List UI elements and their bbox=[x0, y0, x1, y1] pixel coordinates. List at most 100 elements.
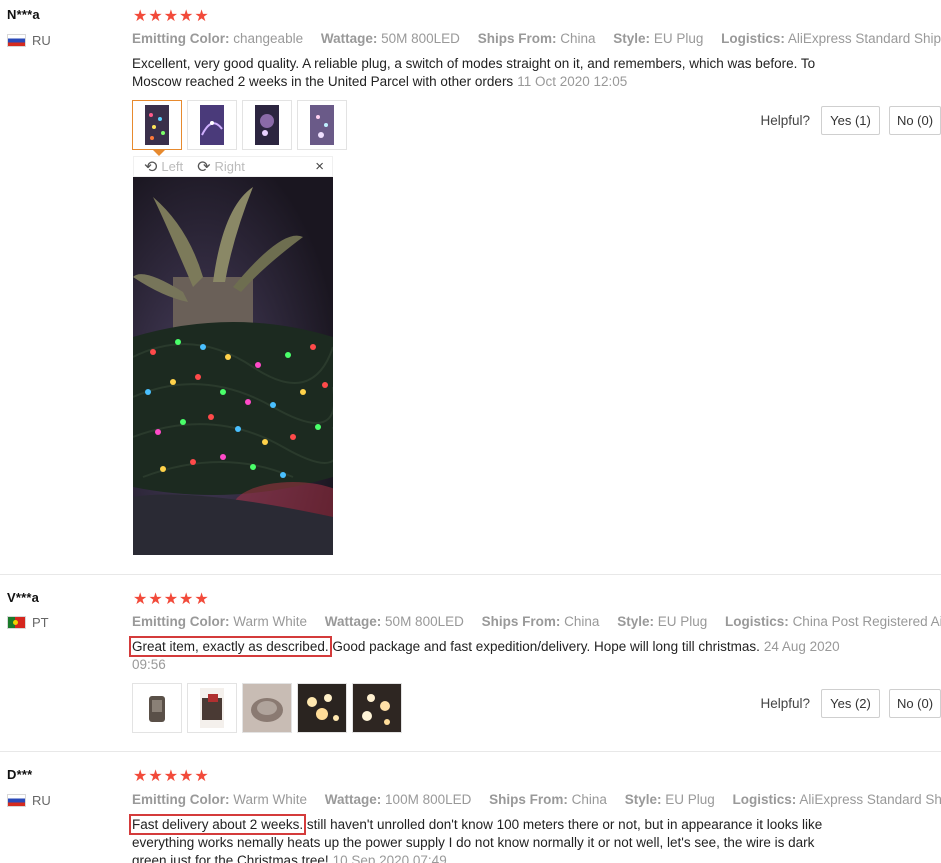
attr-value: China bbox=[560, 31, 596, 46]
attr-key: Style: bbox=[624, 792, 662, 807]
christmas-lights-photo bbox=[133, 177, 333, 555]
attr-key: Emitting Color: bbox=[132, 614, 230, 629]
sku-attributes: Emitting Color: changeable Wattage: 50M … bbox=[132, 31, 941, 46]
attr-key: Ships From: bbox=[477, 31, 557, 46]
country-code: RU bbox=[32, 33, 51, 48]
helpful-no-button[interactable]: No (0) bbox=[889, 106, 941, 135]
review-photo-thumbnails bbox=[132, 100, 347, 156]
review-date: 10 Sep 2020 07:49 bbox=[332, 853, 447, 863]
attr-value: AliExpress Standard Shipping bbox=[787, 31, 941, 46]
attr-key: Emitting Color: bbox=[132, 792, 230, 807]
review-photo-thumbnail[interactable] bbox=[132, 683, 182, 733]
attr-value: China Post Registered Air Mail bbox=[792, 614, 941, 629]
review-date: 24 Aug 2020 bbox=[763, 639, 840, 654]
star-rating: ★★★★★ bbox=[133, 591, 210, 608]
portugal-flag-icon bbox=[7, 616, 26, 629]
review-text-line: still haven't unrolled don't know 100 me… bbox=[306, 817, 823, 832]
review-text-line: everything works nemally heats up the po… bbox=[132, 835, 815, 850]
review-photo-thumbnail[interactable] bbox=[132, 100, 182, 156]
review-photo-thumbnail[interactable] bbox=[242, 100, 292, 150]
star-rating: ★★★★★ bbox=[133, 768, 210, 785]
review-item: N***a RU ★★★★★ Emitting Color: changeabl… bbox=[0, 0, 941, 575]
helpful-no-button[interactable]: No (0) bbox=[889, 689, 941, 718]
reviewer-country: PT bbox=[7, 615, 49, 630]
sku-attributes: Emitting Color: Warm White Wattage: 100M… bbox=[132, 792, 941, 807]
attr-key: Wattage: bbox=[320, 31, 378, 46]
review-photo-thumbnail[interactable] bbox=[187, 683, 237, 733]
review-item: D*** RU ★★★★★ Emitting Color: Warm White… bbox=[0, 752, 941, 863]
helpful-votes: Helpful? Yes (1) No (0) bbox=[760, 106, 941, 135]
review-text-line: Good package and fast expedition/deliver… bbox=[332, 639, 760, 654]
review-photo-thumbnail[interactable] bbox=[242, 683, 292, 733]
helpful-yes-button[interactable]: Yes (2) bbox=[821, 689, 880, 718]
reviewer-name: D*** bbox=[7, 767, 33, 782]
helpful-votes: Helpful? Yes (2) No (0) bbox=[760, 689, 941, 718]
photo-viewer-toolbar: ⟲ Left ⟳ Right × bbox=[133, 156, 333, 177]
attr-value: 50M 800LED bbox=[385, 614, 464, 629]
rotate-left-label: Left bbox=[161, 159, 184, 174]
review-photo-thumbnail[interactable] bbox=[352, 683, 402, 733]
review-text: Excellent, very good quality. A reliable… bbox=[132, 55, 815, 91]
attr-key: Emitting Color: bbox=[132, 31, 230, 46]
review-text-line: green just for the Christmas tree! bbox=[132, 853, 329, 863]
attr-value: 100M 800LED bbox=[385, 792, 472, 807]
helpful-label: Helpful? bbox=[760, 696, 810, 711]
review-item: V***a PT ★★★★★ Emitting Color: Warm Whit… bbox=[0, 575, 941, 752]
reviewer-country: RU bbox=[7, 33, 51, 48]
lights-photo bbox=[298, 684, 346, 732]
package-photo bbox=[243, 684, 291, 732]
review-text: Fast delivery about 2 weeks. still haven… bbox=[128, 814, 823, 863]
russia-flag-icon bbox=[7, 34, 26, 47]
attr-value: changeable bbox=[233, 31, 304, 46]
attr-key: Style: bbox=[617, 614, 654, 629]
lights-photo bbox=[145, 105, 169, 145]
helpful-label: Helpful? bbox=[760, 113, 810, 128]
reviewer-country: RU bbox=[7, 793, 51, 808]
attr-value: Warm White bbox=[233, 792, 308, 807]
rotate-left-icon: ⟲ bbox=[144, 158, 158, 176]
russia-flag-icon bbox=[7, 794, 26, 807]
attr-key: Style: bbox=[613, 31, 651, 46]
package-photo bbox=[200, 688, 224, 728]
review-text-line: Moscow reached 2 weeks in the United Par… bbox=[132, 74, 514, 89]
close-icon[interactable]: × bbox=[315, 158, 324, 175]
attr-key: Ships From: bbox=[489, 792, 568, 807]
review-photo-thumbnail[interactable] bbox=[187, 100, 237, 150]
review-time: 09:56 bbox=[132, 657, 166, 672]
star-rating: ★★★★★ bbox=[133, 8, 210, 25]
attr-key: Logistics: bbox=[721, 31, 785, 46]
attr-key: Logistics: bbox=[725, 614, 789, 629]
country-code: RU bbox=[32, 793, 51, 808]
attr-value: 50M 800LED bbox=[381, 31, 460, 46]
helpful-yes-button[interactable]: Yes (1) bbox=[821, 106, 880, 135]
attr-key: Ships From: bbox=[481, 614, 561, 629]
review-text-line: Excellent, very good quality. A reliable… bbox=[132, 56, 816, 71]
attr-value: AliExpress Standard Shipping bbox=[799, 792, 941, 807]
rotate-right-icon: ⟳ bbox=[197, 158, 211, 176]
lights-photo bbox=[200, 105, 224, 145]
package-photo bbox=[145, 688, 169, 728]
enlarged-review-photo bbox=[133, 177, 333, 555]
attr-value: EU Plug bbox=[657, 614, 708, 629]
lights-photo bbox=[255, 105, 279, 145]
attr-value: China bbox=[571, 792, 607, 807]
lights-photo bbox=[310, 105, 334, 145]
attr-key: Logistics: bbox=[732, 792, 797, 807]
country-code: PT bbox=[32, 615, 49, 630]
rotate-right-button[interactable]: ⟳ Right bbox=[197, 157, 245, 177]
reviewer-name: V***a bbox=[7, 590, 40, 605]
attr-value: EU Plug bbox=[653, 31, 704, 46]
sku-attributes: Emitting Color: Warm White Wattage: 50M … bbox=[132, 614, 941, 629]
highlighted-review-phrase: Fast delivery about 2 weeks. bbox=[128, 814, 307, 835]
review-text: Great item, exactly as described. Good p… bbox=[129, 636, 840, 674]
rotate-right-label: Right bbox=[214, 159, 245, 174]
attr-key: Wattage: bbox=[324, 792, 382, 807]
highlighted-review-phrase: Great item, exactly as described. bbox=[129, 636, 332, 657]
lights-photo bbox=[353, 684, 401, 732]
attr-value: EU Plug bbox=[665, 792, 715, 807]
review-photo-thumbnail[interactable] bbox=[297, 100, 347, 150]
rotate-left-button[interactable]: ⟲ Left bbox=[134, 157, 183, 177]
review-photo-thumbnails bbox=[132, 683, 402, 733]
attr-value: China bbox=[564, 614, 600, 629]
review-photo-thumbnail[interactable] bbox=[297, 683, 347, 733]
